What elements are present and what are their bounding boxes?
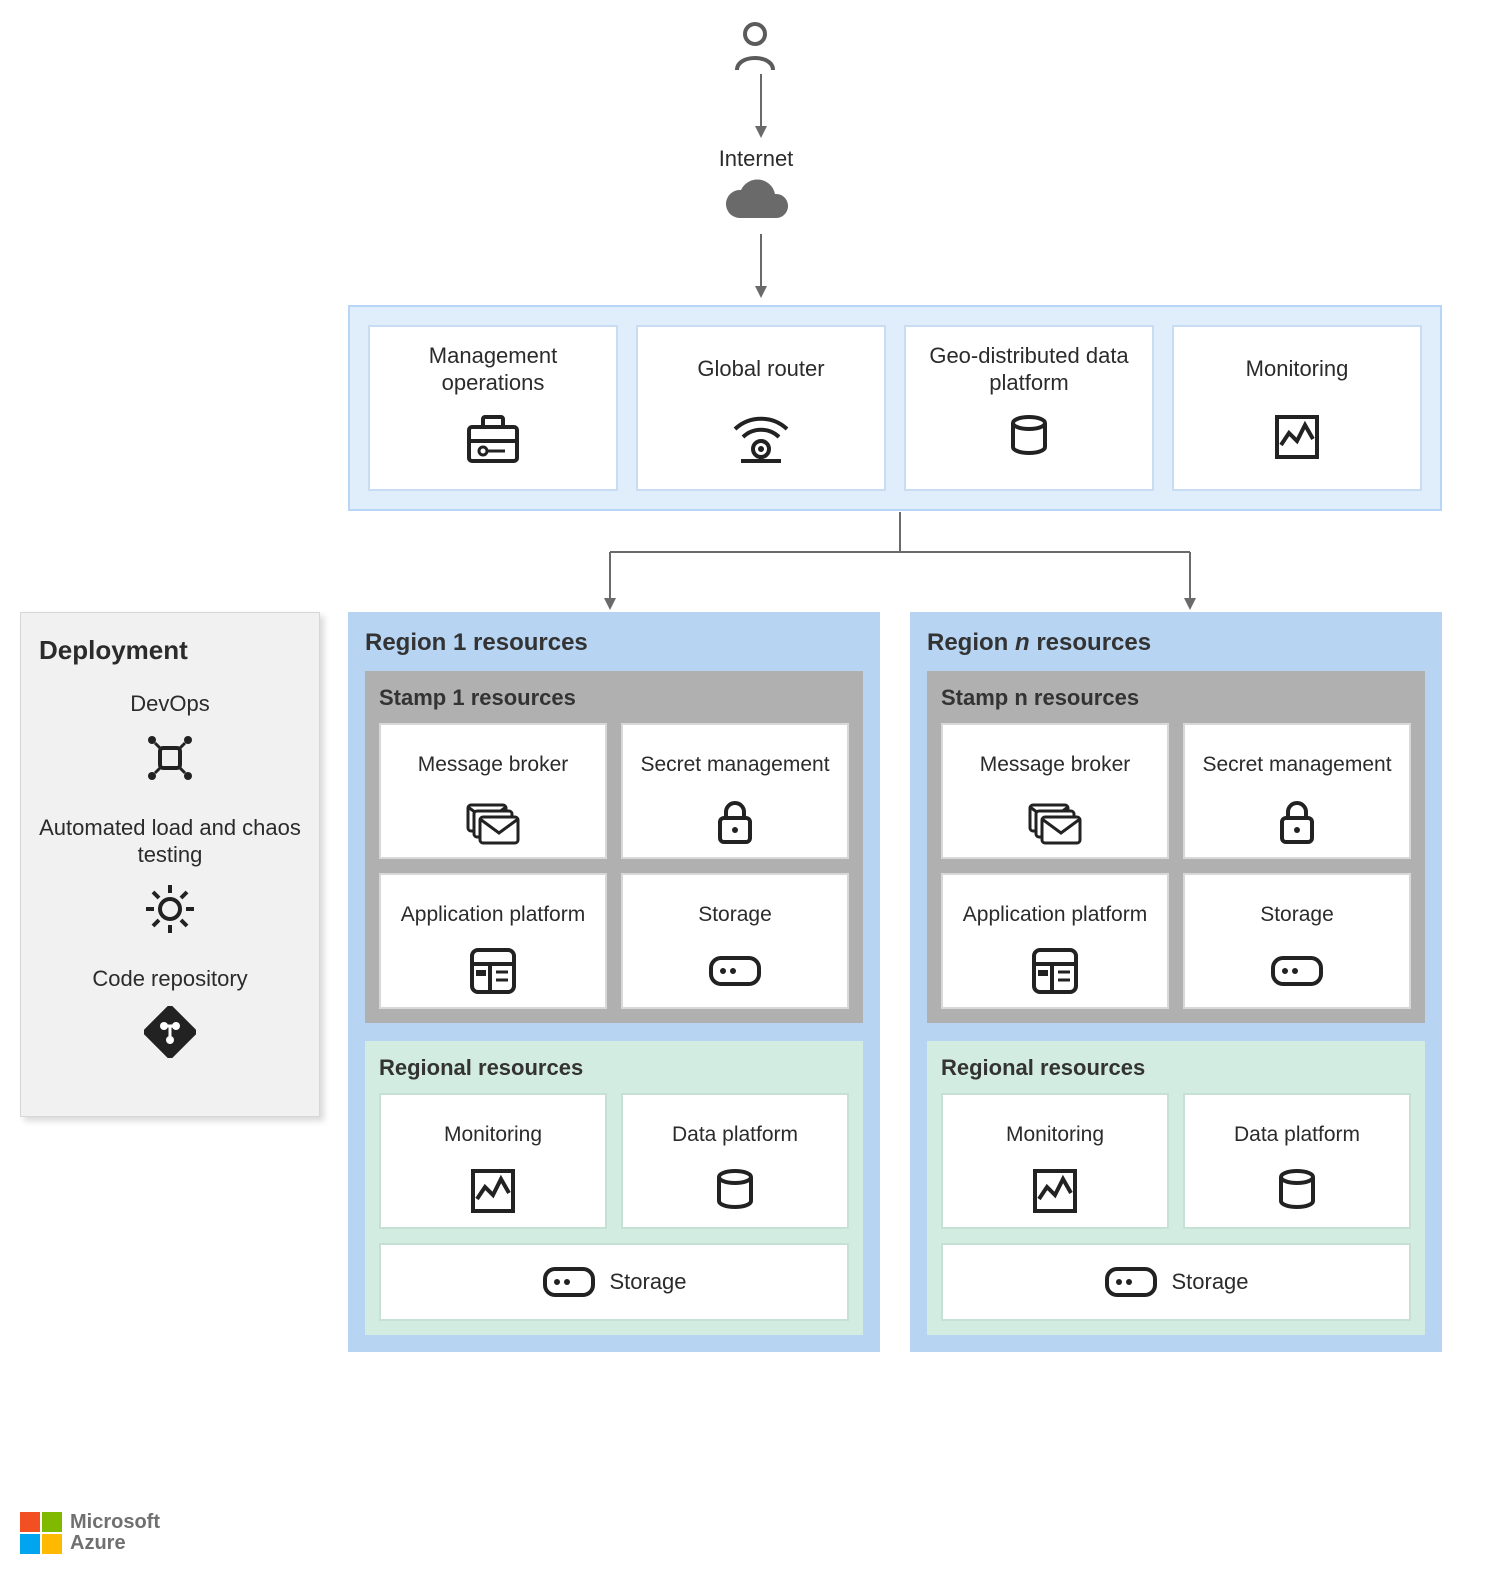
lock-icon bbox=[710, 797, 760, 845]
region-title-suffix: resources bbox=[466, 629, 587, 656]
region-n: Region n resources Stamp n resources Mes… bbox=[910, 612, 1442, 1352]
internet-label: Internet bbox=[706, 146, 806, 172]
monitoring-icon bbox=[467, 1167, 519, 1215]
card-regional-monitoring: Monitoring bbox=[379, 1093, 607, 1229]
card-label: Data platform bbox=[1234, 1109, 1360, 1161]
monitoring-icon bbox=[1029, 1167, 1081, 1215]
card-storage: Storage bbox=[1183, 873, 1411, 1009]
card-regional-data-platform: Data platform bbox=[1183, 1093, 1411, 1229]
card-regional-data-platform: Data platform bbox=[621, 1093, 849, 1229]
card-global-router: Global router bbox=[636, 325, 886, 491]
card-label: Secret management bbox=[1202, 739, 1391, 791]
deployment-item-devops: DevOps bbox=[39, 690, 301, 786]
card-regional-storage: Storage bbox=[379, 1243, 849, 1321]
router-icon bbox=[731, 407, 791, 467]
card-monitoring: Monitoring bbox=[1172, 325, 1422, 491]
app-platform-icon bbox=[466, 947, 520, 995]
regional-box: Regional resources Monitoring Data platf… bbox=[927, 1041, 1425, 1335]
gear-icon bbox=[39, 881, 301, 937]
deployment-item-code-repo: Code repository bbox=[39, 965, 301, 1061]
message-icon bbox=[462, 797, 524, 845]
microsoft-azure-logo: Microsoft Azure bbox=[20, 1512, 160, 1554]
lock-icon bbox=[1272, 797, 1322, 845]
storage-icon bbox=[1103, 1259, 1159, 1305]
user-icon bbox=[731, 20, 779, 74]
microsoft-logo-icon bbox=[20, 1512, 62, 1554]
global-resources-row: Management operations Global router Geo-… bbox=[348, 305, 1442, 511]
storage-label: Storage bbox=[609, 1269, 686, 1295]
card-label: Message broker bbox=[980, 739, 1131, 791]
card-label: Global router bbox=[697, 341, 824, 397]
logo-line2: Azure bbox=[70, 1533, 160, 1554]
region-title: Region n resources bbox=[927, 629, 1425, 657]
region-title-prefix: Region bbox=[927, 629, 1015, 656]
region-title-id: n bbox=[1015, 629, 1030, 656]
card-label: Data platform bbox=[672, 1109, 798, 1161]
monitoring-icon bbox=[1271, 407, 1323, 467]
card-label: Monitoring bbox=[1006, 1109, 1104, 1161]
region-title-id: 1 bbox=[453, 629, 466, 656]
regions-row: Region 1 resources Stamp 1 resources Mes… bbox=[348, 612, 1442, 1352]
storage-label: Storage bbox=[1171, 1269, 1248, 1295]
arrow-global-to-regions bbox=[550, 512, 1250, 612]
card-label: Application platform bbox=[963, 889, 1147, 941]
database-icon bbox=[711, 1167, 759, 1215]
database-icon bbox=[1005, 407, 1053, 467]
arrow-user-to-internet bbox=[753, 74, 769, 140]
stamp-title: Stamp n resources bbox=[941, 685, 1411, 711]
card-geo-data-platform: Geo-distributed data platform bbox=[904, 325, 1154, 491]
database-icon bbox=[1273, 1167, 1321, 1215]
regional-box: Regional resources Monitoring Data platf… bbox=[365, 1041, 863, 1335]
card-management-operations: Management operations bbox=[368, 325, 618, 491]
deployment-item-label: Code repository bbox=[39, 965, 301, 993]
devops-icon bbox=[39, 730, 301, 786]
card-application-platform: Application platform bbox=[941, 873, 1169, 1009]
region-title-prefix: Region bbox=[365, 629, 453, 656]
card-label: Monitoring bbox=[1246, 341, 1349, 397]
card-label: Message broker bbox=[418, 739, 569, 791]
logo-line1: Microsoft bbox=[70, 1512, 160, 1533]
stamp-box: Stamp 1 resources Message broker Secret … bbox=[365, 671, 863, 1023]
regional-title: Regional resources bbox=[941, 1055, 1411, 1081]
toolbox-icon bbox=[463, 407, 523, 467]
card-label: Geo-distributed data platform bbox=[916, 341, 1142, 397]
storage-icon bbox=[1269, 947, 1325, 995]
card-label: Secret management bbox=[640, 739, 829, 791]
card-storage: Storage bbox=[621, 873, 849, 1009]
logo-text: Microsoft Azure bbox=[70, 1512, 160, 1554]
deployment-panel: Deployment DevOps Automated load and cha… bbox=[20, 612, 320, 1117]
storage-icon bbox=[707, 947, 763, 995]
card-message-broker: Message broker bbox=[379, 723, 607, 859]
card-label: Application platform bbox=[401, 889, 585, 941]
message-icon bbox=[1024, 797, 1086, 845]
card-regional-monitoring: Monitoring bbox=[941, 1093, 1169, 1229]
region-1: Region 1 resources Stamp 1 resources Mes… bbox=[348, 612, 880, 1352]
card-label: Monitoring bbox=[444, 1109, 542, 1161]
card-label: Management operations bbox=[380, 341, 606, 397]
arrow-internet-to-global bbox=[753, 234, 769, 304]
region-title: Region 1 resources bbox=[365, 629, 863, 657]
architecture-diagram: Internet Management operations Global ro… bbox=[0, 0, 1510, 1592]
deployment-item-label: Automated load and chaos testing bbox=[39, 814, 301, 869]
regional-title: Regional resources bbox=[379, 1055, 849, 1081]
deployment-title: Deployment bbox=[39, 635, 301, 666]
card-label: Storage bbox=[698, 889, 772, 941]
cloud-icon bbox=[715, 178, 795, 230]
app-platform-icon bbox=[1028, 947, 1082, 995]
storage-icon bbox=[541, 1259, 597, 1305]
stamp-box: Stamp n resources Message broker Secret … bbox=[927, 671, 1425, 1023]
card-regional-storage: Storage bbox=[941, 1243, 1411, 1321]
deployment-item-label: DevOps bbox=[39, 690, 301, 718]
git-icon bbox=[39, 1004, 301, 1060]
deployment-item-chaos-testing: Automated load and chaos testing bbox=[39, 814, 301, 937]
card-secret-management: Secret management bbox=[621, 723, 849, 859]
card-label: Storage bbox=[1260, 889, 1334, 941]
card-message-broker: Message broker bbox=[941, 723, 1169, 859]
card-secret-management: Secret management bbox=[1183, 723, 1411, 859]
region-title-suffix: resources bbox=[1030, 629, 1151, 656]
card-application-platform: Application platform bbox=[379, 873, 607, 1009]
stamp-title: Stamp 1 resources bbox=[379, 685, 849, 711]
